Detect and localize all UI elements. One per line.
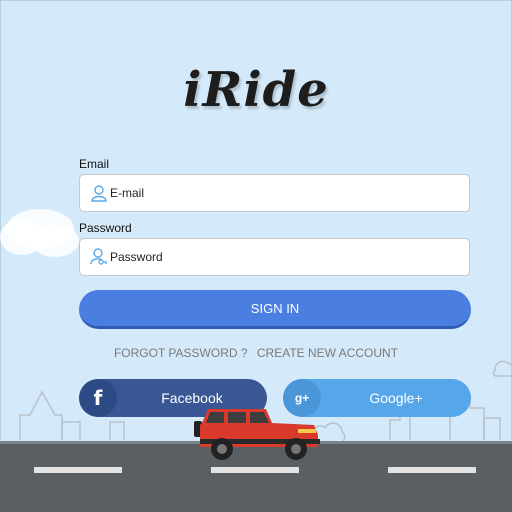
road-dash: [211, 467, 299, 473]
email-input[interactable]: [110, 175, 460, 211]
google-label: Google+: [369, 390, 423, 406]
sign-in-button[interactable]: SIGN IN: [79, 290, 471, 329]
account-links: FORGOT PASSWORD ? CREATE NEW ACCOUNT: [0, 346, 512, 360]
user-icon: [91, 185, 107, 202]
create-account-link[interactable]: CREATE NEW ACCOUNT: [257, 346, 398, 360]
jeep-car-illustration: [194, 409, 320, 460]
password-label: Password: [79, 221, 132, 235]
forgot-password-link[interactable]: FORGOT PASSWORD ?: [114, 346, 248, 360]
cloud-illustration: [0, 209, 79, 257]
app-logo: iRide: [183, 62, 329, 118]
password-field-container: [79, 238, 470, 276]
email-field-container: [79, 174, 470, 212]
user-key-icon: [90, 248, 107, 265]
password-input[interactable]: [110, 239, 460, 275]
email-label: Email: [79, 157, 110, 171]
facebook-icon: f: [79, 379, 117, 417]
road-dash: [388, 467, 476, 473]
road-dash: [34, 467, 122, 473]
